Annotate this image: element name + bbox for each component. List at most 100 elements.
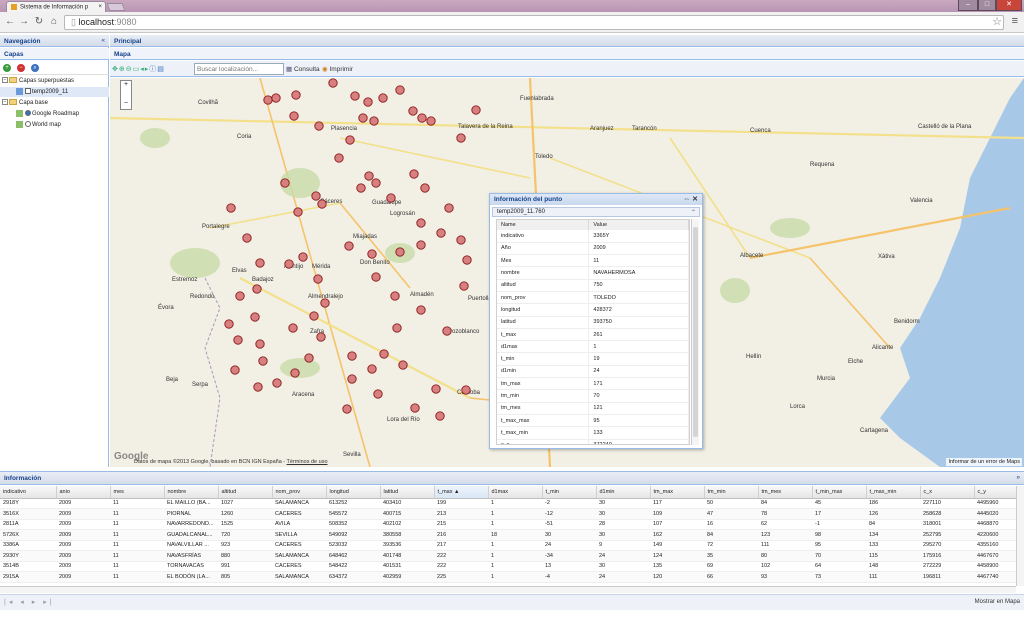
station-point[interactable] bbox=[416, 305, 426, 315]
table-row[interactable]: 2930Y 2009 11 NAVASFRÍAS 880 SALAMANCA 648462 4… bbox=[0, 550, 1016, 562]
property-row[interactable]: tm_mes 121 bbox=[497, 402, 689, 415]
layer-checkbox[interactable] bbox=[25, 88, 31, 95]
station-point[interactable] bbox=[230, 365, 240, 375]
maximize-button[interactable]: □ bbox=[978, 0, 996, 11]
table-row[interactable]: 3516X 2009 11 PIORNAL 1260 CACERES 545572 40071… bbox=[0, 508, 1016, 520]
tree-layer-temp2009[interactable]: temp2009_11 bbox=[0, 87, 109, 97]
station-point[interactable] bbox=[298, 252, 308, 262]
consulta-button[interactable]: ▦ Consulta bbox=[286, 65, 320, 73]
collapse-box-icon[interactable]: − bbox=[2, 77, 8, 84]
station-point[interactable] bbox=[356, 183, 366, 193]
layer-search-icon[interactable]: ⌕ bbox=[30, 64, 39, 72]
address-bar[interactable]: ▯ localhost:9080 bbox=[64, 15, 1004, 30]
station-point[interactable] bbox=[320, 298, 330, 308]
station-point[interactable] bbox=[367, 249, 377, 259]
base-radio[interactable] bbox=[25, 110, 31, 117]
property-row[interactable]: longitud 428372 bbox=[497, 303, 689, 317]
collapse-panel-icon[interactable]: » bbox=[1016, 474, 1020, 481]
station-point[interactable] bbox=[342, 404, 352, 414]
tree-overlays[interactable]: − Capas superpuestas bbox=[0, 76, 109, 86]
station-point[interactable] bbox=[363, 97, 373, 107]
station-point[interactable] bbox=[456, 133, 466, 143]
station-point[interactable] bbox=[224, 319, 234, 329]
column-header[interactable]: indicativo bbox=[0, 486, 57, 499]
popup-scroll-thumb[interactable] bbox=[693, 227, 698, 437]
zoom-out-button[interactable]: − bbox=[121, 100, 131, 107]
col-value-header[interactable]: Value bbox=[588, 220, 689, 230]
station-point[interactable] bbox=[390, 291, 400, 301]
column-header[interactable]: longitud bbox=[326, 486, 381, 499]
tree-base-google[interactable]: Google Roadmap bbox=[0, 109, 109, 119]
back-icon[interactable]: ← bbox=[4, 16, 16, 28]
zoom-in-button[interactable]: + bbox=[121, 81, 131, 88]
imprimir-button[interactable]: ◉ Imprimir bbox=[322, 65, 353, 73]
pan-icon[interactable]: ✥ bbox=[112, 66, 119, 73]
station-point[interactable] bbox=[417, 113, 427, 123]
station-point[interactable] bbox=[250, 312, 260, 322]
window-close-button[interactable]: ✕ bbox=[996, 0, 1022, 11]
station-point[interactable] bbox=[334, 153, 344, 163]
property-row[interactable]: t_max 261 bbox=[497, 328, 689, 342]
terms-link[interactable]: Términos de uso bbox=[287, 459, 328, 465]
column-header[interactable]: t_min bbox=[542, 486, 597, 499]
home-icon[interactable]: ⌂ bbox=[48, 16, 60, 28]
property-row[interactable]: nombre NAVAHERMOSA bbox=[497, 266, 689, 280]
column-header[interactable]: latitud bbox=[380, 486, 435, 499]
grid-horizontal-scrollbar[interactable] bbox=[0, 586, 1016, 593]
zoom-in-icon[interactable]: ⊕ bbox=[119, 66, 126, 73]
station-point[interactable] bbox=[293, 207, 303, 217]
station-point[interactable] bbox=[263, 95, 273, 105]
station-point[interactable] bbox=[358, 113, 368, 123]
column-header[interactable]: t_max_min bbox=[866, 486, 921, 499]
station-point[interactable] bbox=[459, 281, 469, 291]
station-point[interactable] bbox=[416, 240, 426, 250]
column-header[interactable]: c_y bbox=[974, 486, 1016, 499]
table-icon[interactable]: ▤ bbox=[157, 66, 165, 73]
show-on-map-button[interactable]: Mostrar en Mapa bbox=[975, 599, 1020, 605]
station-point[interactable] bbox=[364, 171, 374, 181]
column-header[interactable]: tm_min bbox=[704, 486, 759, 499]
property-row[interactable]: Año 2009 bbox=[497, 242, 689, 256]
column-header[interactable]: d1min bbox=[596, 486, 651, 499]
column-header[interactable]: altitud bbox=[218, 486, 273, 499]
column-header[interactable]: tm_mes bbox=[758, 486, 813, 499]
station-point[interactable] bbox=[347, 351, 357, 361]
station-point[interactable] bbox=[284, 259, 294, 269]
station-point[interactable] bbox=[461, 385, 471, 395]
add-layer-icon[interactable]: + bbox=[3, 64, 11, 72]
column-header[interactable]: tm_max bbox=[650, 486, 705, 499]
column-header[interactable]: nom_prov bbox=[272, 486, 327, 499]
station-point[interactable] bbox=[456, 235, 466, 245]
station-point[interactable] bbox=[291, 90, 301, 100]
col-name-header[interactable]: Name bbox=[497, 220, 590, 230]
station-point[interactable] bbox=[435, 411, 445, 421]
property-row[interactable]: c_x372240 bbox=[497, 439, 689, 444]
column-header[interactable]: c_x bbox=[920, 486, 975, 499]
column-header[interactable]: t_max ▲ bbox=[434, 486, 489, 499]
station-point[interactable] bbox=[398, 360, 408, 370]
report-error-link[interactable]: Informar de un error de Maps bbox=[946, 458, 1022, 466]
station-point[interactable] bbox=[313, 274, 323, 284]
station-point[interactable] bbox=[379, 349, 389, 359]
station-point[interactable] bbox=[426, 116, 436, 126]
station-point[interactable] bbox=[350, 91, 360, 101]
station-point[interactable] bbox=[235, 291, 245, 301]
column-header[interactable]: d1max bbox=[488, 486, 543, 499]
property-row[interactable]: t_max_min 133 bbox=[497, 426, 689, 440]
station-point[interactable] bbox=[255, 339, 265, 349]
station-point[interactable] bbox=[253, 382, 263, 392]
station-point[interactable] bbox=[392, 323, 402, 333]
station-point[interactable] bbox=[371, 272, 381, 282]
menu-icon[interactable]: ≡ bbox=[1012, 15, 1018, 27]
collapse-box-icon[interactable]: − bbox=[2, 99, 8, 106]
table-row[interactable]: 2915A 2009 11 EL BODÓN (LA... 805 SALAMANCA 63… bbox=[0, 571, 1016, 583]
forward-icon[interactable]: → bbox=[18, 16, 30, 28]
property-row[interactable]: d1min 24 bbox=[497, 365, 689, 379]
table-row[interactable]: 2918Y 2009 11 EL MAILLO (BA... 1027 SALAMANCA… bbox=[0, 498, 1016, 509]
station-point[interactable] bbox=[369, 116, 379, 126]
station-point[interactable] bbox=[242, 233, 252, 243]
station-point[interactable] bbox=[373, 389, 383, 399]
tree-base-world[interactable]: World map bbox=[0, 120, 109, 130]
station-point[interactable] bbox=[233, 335, 243, 345]
minimize-button[interactable]: – bbox=[958, 0, 978, 11]
